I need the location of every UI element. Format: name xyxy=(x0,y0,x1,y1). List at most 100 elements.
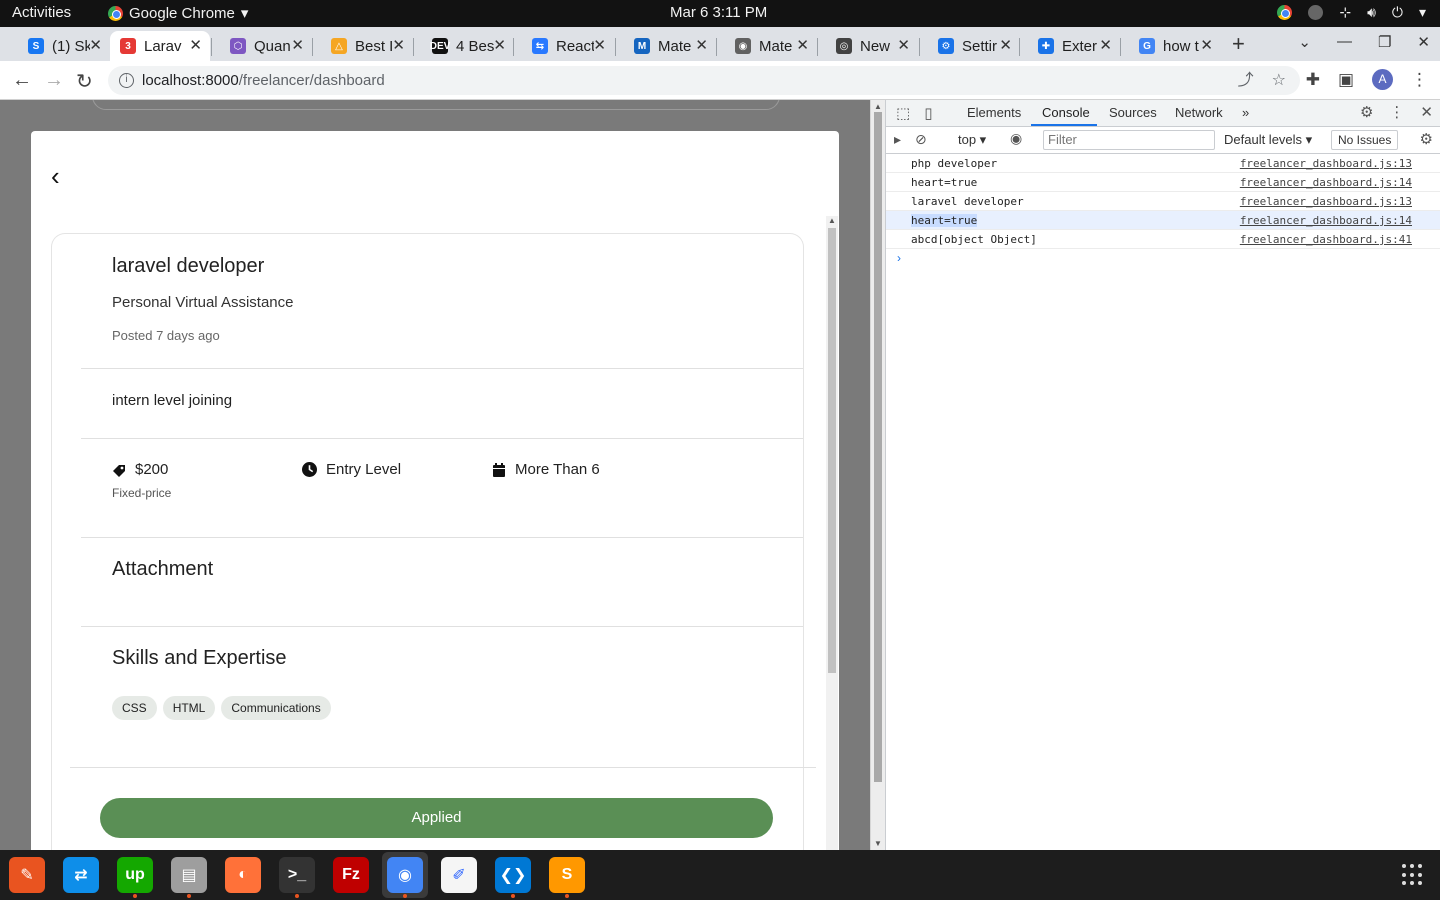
dock-terminal-icon[interactable]: >_ xyxy=(279,857,315,893)
console-log-row[interactable]: abcd[object Object] freelancer_dashboard.… xyxy=(886,230,1440,249)
tab-close-icon[interactable]: ✕ xyxy=(493,36,506,54)
console-prompt[interactable]: › xyxy=(897,251,901,265)
system-tray[interactable]: ⊹ 🔊︎ ⏻ ▾ xyxy=(1277,4,1426,21)
new-tab-button[interactable]: + xyxy=(1232,31,1245,57)
network-icon[interactable]: ⊹ xyxy=(1339,4,1351,21)
bookmark-star-icon[interactable]: ☆ xyxy=(1272,66,1286,95)
inspect-element-icon[interactable]: ⬚ xyxy=(896,104,910,122)
scroll-up-icon[interactable]: ▲ xyxy=(828,216,836,225)
profile-avatar[interactable]: A xyxy=(1372,69,1393,90)
tab-close-icon[interactable]: ✕ xyxy=(189,36,202,54)
forward-icon[interactable]: → xyxy=(44,69,64,92)
browser-tab[interactable]: S (1) Sk ✕ xyxy=(10,31,110,61)
tab-close-icon[interactable]: ✕ xyxy=(999,36,1012,54)
log-source-link[interactable]: freelancer_dashboard.js:13 xyxy=(1240,157,1412,170)
dock-chrome-icon[interactable]: ◉ xyxy=(387,857,423,893)
tab-close-icon[interactable]: ✕ xyxy=(392,36,405,54)
console-filter-input[interactable]: Filter xyxy=(1043,130,1215,150)
scroll-up-icon[interactable]: ▲ xyxy=(874,102,882,111)
dock-firefox-icon[interactable]: ◐ xyxy=(225,857,261,893)
log-source-link[interactable]: freelancer_dashboard.js:14 xyxy=(1240,176,1412,189)
browser-tab[interactable]: 3 Larav ✕ xyxy=(110,31,210,61)
browser-tab[interactable]: ⚙ Settir ✕ xyxy=(920,31,1020,61)
tab-close-icon[interactable]: ✕ xyxy=(89,36,102,54)
browser-tab[interactable]: ⇆ React ✕ xyxy=(514,31,614,61)
back-icon[interactable]: ← xyxy=(12,69,32,92)
site-info-icon[interactable]: i xyxy=(119,73,134,88)
dock-text-editor-icon[interactable]: ✐ xyxy=(441,857,477,893)
tab-search-icon[interactable]: ⌄ xyxy=(1298,33,1311,51)
console-log-row[interactable]: heart=true freelancer_dashboard.js:14 xyxy=(886,173,1440,192)
live-expression-eye-icon[interactable]: ◉ xyxy=(1010,130,1022,147)
tab-close-icon[interactable]: ✕ xyxy=(1200,36,1213,54)
page-scrollbar[interactable]: ▲ ▼ xyxy=(870,100,885,850)
tab-elements[interactable]: Elements xyxy=(967,105,1021,120)
dock-sublime-icon[interactable]: S xyxy=(549,857,585,893)
tab-network[interactable]: Network xyxy=(1175,105,1223,120)
close-window-icon[interactable]: ✕ xyxy=(1417,33,1430,51)
dock-launcher-icon[interactable]: ✎ xyxy=(9,857,45,893)
log-source-link[interactable]: freelancer_dashboard.js:41 xyxy=(1240,233,1412,246)
modal-scroll-thumb[interactable] xyxy=(828,228,836,673)
clear-console-icon[interactable]: ⊘ xyxy=(915,131,927,148)
context-selector[interactable]: top ▾ xyxy=(958,132,986,148)
browser-tab[interactable]: M Mate ✕ xyxy=(616,31,716,61)
clock[interactable]: Mar 6 3:11 PM xyxy=(670,4,767,21)
maximize-icon[interactable]: ❐ xyxy=(1378,33,1391,51)
browser-tab[interactable]: ◎ New ✕ xyxy=(818,31,918,61)
tab-close-icon[interactable]: ✕ xyxy=(1099,36,1112,54)
console-log-row[interactable]: laravel developer freelancer_dashboard.js… xyxy=(886,192,1440,211)
chrome-menu-icon[interactable]: ⋮ xyxy=(1411,70,1428,90)
browser-tab[interactable]: Ghow t ✕ xyxy=(1121,31,1221,61)
log-levels-dropdown[interactable]: Default levels ▾ xyxy=(1224,132,1312,148)
browser-tab[interactable]: DEV 4 Bes ✕ xyxy=(414,31,514,61)
devtools-close-icon[interactable]: ✕ xyxy=(1420,103,1433,121)
show-apps-grid-icon[interactable] xyxy=(1402,864,1424,886)
side-panel-icon[interactable]: ▣ xyxy=(1338,70,1354,90)
reload-icon[interactable]: ↻ xyxy=(76,69,93,94)
devtools-settings-icon[interactable]: ⚙ xyxy=(1360,103,1373,121)
system-menu-caret-icon[interactable]: ▾ xyxy=(1419,4,1426,21)
console-log-row[interactable]: heart=true freelancer_dashboard.js:14 xyxy=(886,211,1440,230)
log-source-link[interactable]: freelancer_dashboard.js:14 xyxy=(1240,214,1412,227)
log-source-link[interactable]: freelancer_dashboard.js:13 xyxy=(1240,195,1412,208)
extensions-icon[interactable]: ✚ xyxy=(1306,70,1320,90)
volume-icon[interactable]: 🔊︎ xyxy=(1367,4,1376,21)
page-scroll-thumb[interactable] xyxy=(874,112,882,782)
tab-close-icon[interactable]: ✕ xyxy=(593,36,606,54)
console-settings-icon[interactable]: ⚙ xyxy=(1420,130,1433,148)
more-tabs-icon[interactable]: » xyxy=(1242,105,1249,120)
dock-vscode-icon[interactable]: ❮❯ xyxy=(495,857,531,893)
chrome-tray-icon[interactable] xyxy=(1277,5,1293,20)
scroll-down-icon[interactable]: ▼ xyxy=(874,839,882,848)
tab-close-icon[interactable]: ✕ xyxy=(291,36,304,54)
power-icon[interactable]: ⏻ xyxy=(1392,4,1403,21)
minimize-icon[interactable]: — xyxy=(1337,33,1352,51)
tab-close-icon[interactable]: ✕ xyxy=(897,36,910,54)
activities-button[interactable]: Activities xyxy=(12,4,71,21)
tab-console[interactable]: Console xyxy=(1042,105,1090,120)
browser-tab[interactable]: ✚ Exter ✕ xyxy=(1020,31,1120,61)
devtools-menu-icon[interactable]: ⋮ xyxy=(1389,103,1404,121)
console-log-row[interactable]: php developer freelancer_dashboard.js:13 xyxy=(886,154,1440,173)
browser-tab[interactable]: ⬡ Quan ✕ xyxy=(212,31,312,61)
tab-sources[interactable]: Sources xyxy=(1109,105,1157,120)
issues-button[interactable]: No Issues xyxy=(1331,130,1399,150)
device-toolbar-icon[interactable]: ▯ xyxy=(924,104,932,122)
dock-upwork-icon[interactable]: up xyxy=(117,857,153,893)
upwork-tray-icon[interactable] xyxy=(1308,5,1324,20)
sidebar-toggle-icon[interactable]: ▸ xyxy=(894,131,901,148)
modal-scrollbar[interactable]: ▲ xyxy=(826,216,838,850)
dock-files-icon[interactable]: ▤ xyxy=(171,857,207,893)
app-menu[interactable]: Google Chrome ▾ xyxy=(108,4,248,22)
tab-close-icon[interactable]: ✕ xyxy=(695,36,708,54)
applied-button[interactable]: Applied xyxy=(100,798,773,838)
browser-tab[interactable]: △ Best I ✕ xyxy=(313,31,413,61)
address-bar[interactable]: i localhost:8000/freelancer/dashboard ⤴ … xyxy=(108,66,1300,95)
tab-close-icon[interactable]: ✕ xyxy=(796,36,809,54)
back-chevron-icon[interactable]: ‹ xyxy=(51,161,60,192)
browser-tab[interactable]: ◉ Mate ✕ xyxy=(717,31,817,61)
dock-teamviewer-icon[interactable]: ⇄ xyxy=(63,857,99,893)
dock-filezilla-icon[interactable]: Fz xyxy=(333,857,369,893)
share-icon[interactable]: ⤴ xyxy=(1238,66,1254,95)
